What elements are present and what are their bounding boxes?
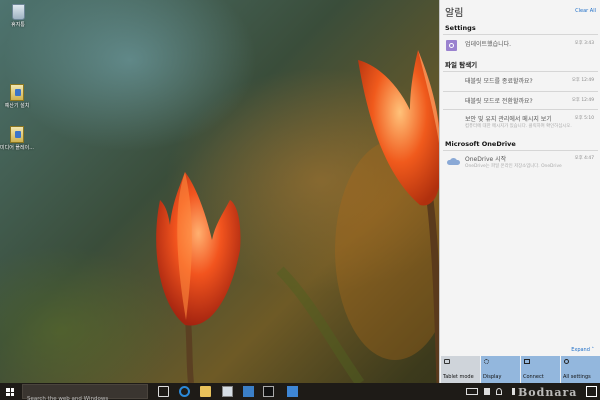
network-icon[interactable] [496, 388, 502, 395]
app-icon[interactable] [243, 386, 254, 397]
notification-item[interactable]: 업데이트했습니다. 오후 3:43 [443, 34, 598, 56]
desktop-icon-label: 휴지통 [11, 22, 25, 28]
quick-action-label: Display [483, 374, 502, 380]
quick-action-label: All settings [563, 374, 591, 380]
windows-logo-icon [6, 388, 14, 396]
display-icon [484, 359, 489, 364]
quick-action-label: Connect [523, 374, 544, 380]
internet-explorer-icon[interactable] [179, 386, 190, 397]
quick-action-tablet-mode[interactable]: Tablet mode [441, 356, 480, 383]
document-icon[interactable] [222, 386, 233, 397]
notification-text: OneDrive 시작 [465, 156, 507, 163]
command-prompt-icon[interactable] [263, 386, 274, 397]
notification-item[interactable]: 보안 및 유지 관리에서 메시지 보기 컴퓨터에 대한 메시지가 있습니다. 클… [443, 109, 598, 135]
expand-label: Expand [571, 347, 590, 353]
desktop-icon-media-player[interactable]: 미디어 플레이... [0, 126, 34, 151]
action-center: 알림 Clear All Settings 업데이트했습니다. 오후 3:43 … [439, 0, 600, 383]
start-button[interactable] [2, 385, 18, 398]
quick-action-connect[interactable]: Connect [521, 356, 560, 383]
group-title-settings: Settings [445, 24, 476, 32]
mail-icon[interactable] [287, 386, 298, 397]
settings-gear-icon [446, 40, 457, 51]
action-center-icon[interactable] [586, 386, 597, 397]
desktop-icon-setup[interactable]: 예산기 설치 [0, 84, 34, 109]
flag-icon[interactable] [484, 388, 490, 395]
taskbar [0, 383, 600, 400]
file-explorer-icon[interactable] [200, 386, 211, 397]
connect-icon [524, 359, 530, 364]
action-center-title: 알림 [445, 8, 464, 19]
notification-item[interactable]: 태블릿 모드로 전환할까요? 오후 12:49 [443, 91, 598, 109]
gear-icon [564, 359, 569, 364]
notification-item[interactable]: 태블릿 모드를 종료할까요? 오후 12:49 [443, 71, 598, 91]
notification-text: 태블릿 모드로 전환할까요? [465, 98, 533, 105]
quick-action-display[interactable]: Display [481, 356, 520, 383]
tablet-icon [444, 359, 450, 364]
quick-action-label: Tablet mode [443, 374, 474, 380]
notification-time: 오후 4:47 [574, 156, 594, 161]
task-view-icon[interactable] [158, 386, 169, 397]
quick-action-all-settings[interactable]: All settings [561, 356, 600, 383]
recycle-bin-icon [11, 4, 25, 20]
notification-time: 오후 12:49 [571, 78, 594, 83]
taskbar-search[interactable] [22, 384, 148, 400]
setup-icon [10, 126, 24, 143]
notification-text: 보안 및 유지 관리에서 메시지 보기 [465, 116, 552, 123]
notification-subtext: OneDrive는 파일 온라인 저장소입니다. OneDrive [465, 164, 562, 169]
notification-time: 오후 5:10 [574, 116, 594, 121]
notification-time: 오후 12:49 [571, 98, 594, 103]
clear-all-link[interactable]: Clear All [575, 8, 596, 14]
desktop-icon-recycle-bin[interactable]: 휴지통 [1, 4, 35, 28]
search-input[interactable] [23, 392, 147, 400]
setup-icon [10, 84, 24, 101]
watermark: Bodnara [518, 386, 578, 399]
desktop-icon-label: 예산기 설치 [4, 103, 30, 109]
group-title-file-explorer: 파일 탐색기 [445, 61, 478, 69]
keyboard-icon[interactable] [466, 388, 478, 395]
notification-text: 업데이트했습니다. [465, 41, 512, 48]
notification-subtext: 컴퓨터에 대한 메시지가 있습니다. 클릭하여 확인하십시오. [465, 124, 572, 129]
chevron-up-icon: ˄ [591, 347, 595, 353]
expand-link[interactable]: Expand ˄ [571, 347, 594, 353]
notification-item[interactable]: OneDrive 시작 OneDrive는 파일 온라인 저장소입니다. One… [443, 150, 598, 172]
notification-time: 오후 3:43 [574, 41, 594, 46]
group-title-onedrive: Microsoft OneDrive [445, 140, 516, 148]
onedrive-cloud-icon [447, 158, 460, 165]
notification-text: 태블릿 모드를 종료할까요? [465, 78, 533, 85]
desktop-icon-label: 미디어 플레이... [0, 145, 34, 151]
quick-actions: Tablet mode Display Connect All settings [440, 356, 600, 383]
action-center-header: 알림 Clear All [440, 0, 600, 22]
